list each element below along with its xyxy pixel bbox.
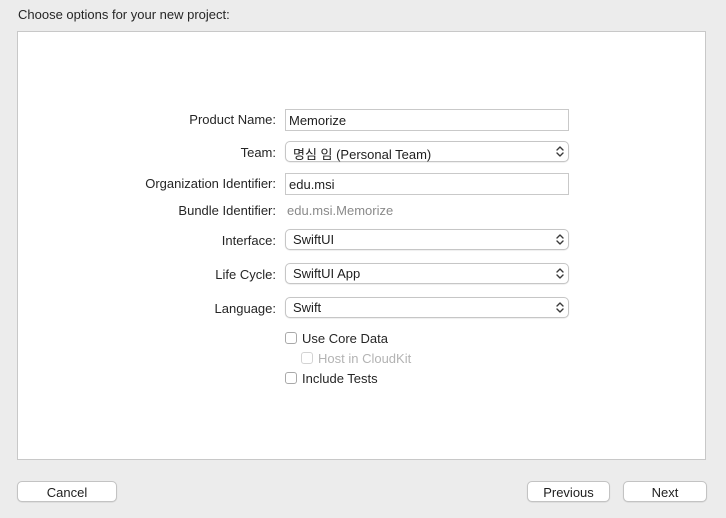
- team-popup-value: 명심 임 (Personal Team): [293, 147, 432, 162]
- host-in-cloudkit-label: Host in CloudKit: [318, 351, 412, 366]
- next-button[interactable]: Next: [623, 481, 707, 502]
- use-core-data-label: Use Core Data: [302, 331, 388, 346]
- interface-popup-value: SwiftUI: [293, 232, 335, 247]
- team-popup[interactable]: 명심 임 (Personal Team): [285, 141, 569, 162]
- interface-label: Interface:: [221, 233, 276, 248]
- use-core-data-checkbox[interactable]: [285, 332, 297, 344]
- product-name-field[interactable]: [285, 109, 569, 131]
- team-label: Team:: [240, 145, 276, 160]
- language-popup-value: Swift: [293, 300, 322, 315]
- organization-identifier-field[interactable]: [285, 173, 569, 195]
- previous-button[interactable]: Previous: [527, 481, 610, 502]
- interface-popup[interactable]: SwiftUI: [285, 229, 569, 250]
- language-popup[interactable]: Swift: [285, 297, 569, 318]
- page-title: Choose options for your new project:: [18, 7, 230, 22]
- chevron-up-down-icon: [556, 146, 564, 157]
- chevron-up-down-icon: [556, 268, 564, 279]
- organization-identifier-label: Organization Identifier:: [145, 176, 276, 191]
- language-label: Language:: [214, 301, 276, 316]
- host-in-cloudkit-checkbox: [301, 352, 313, 364]
- include-tests-checkbox[interactable]: [285, 372, 297, 384]
- life-cycle-label: Life Cycle:: [215, 267, 276, 282]
- cancel-button[interactable]: Cancel: [17, 481, 117, 502]
- chevron-up-down-icon: [556, 234, 564, 245]
- bundle-identifier-label: Bundle Identifier:: [178, 203, 276, 218]
- include-tests-label: Include Tests: [302, 371, 378, 386]
- life-cycle-popup[interactable]: SwiftUI App: [285, 263, 569, 284]
- bundle-identifier-value: edu.msi.Memorize: [287, 203, 394, 218]
- chevron-up-down-icon: [556, 302, 564, 313]
- product-name-label: Product Name:: [189, 112, 276, 127]
- life-cycle-popup-value: SwiftUI App: [293, 266, 361, 281]
